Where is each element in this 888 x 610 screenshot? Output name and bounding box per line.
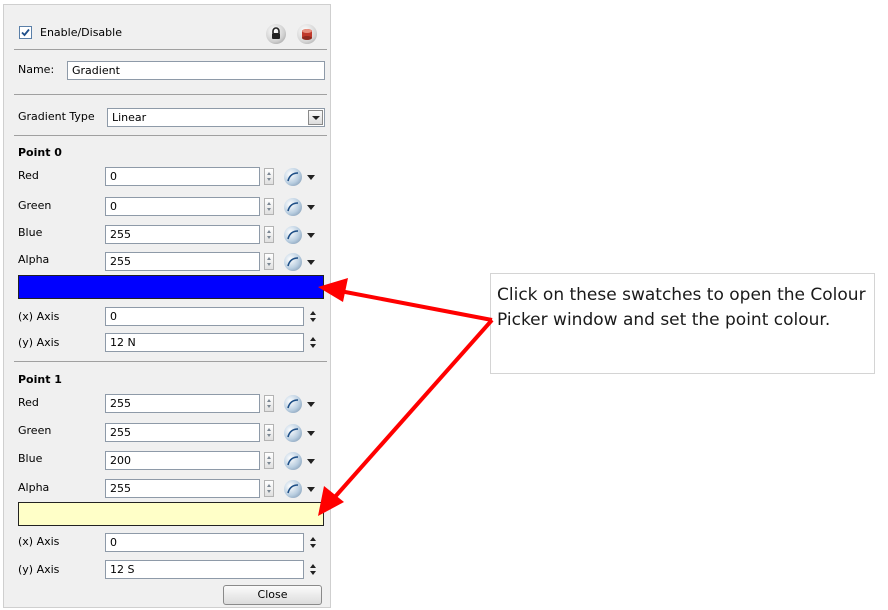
point1-y-axis-field[interactable]: 12 S — [105, 560, 304, 579]
point0-y-axis-field[interactable]: 12 N — [105, 333, 304, 352]
point0-alpha-dropdown-icon[interactable] — [307, 260, 315, 265]
enable-label: Enable/Disable — [40, 26, 122, 39]
point1-blue-label: Blue — [18, 452, 43, 465]
name-divider — [14, 94, 327, 95]
point0-alpha-label: Alpha — [18, 253, 50, 266]
point0-y-axis-label: (y) Axis — [18, 336, 60, 349]
point0-green-function-icon[interactable] — [284, 198, 302, 216]
point1-red-dropdown-icon[interactable] — [307, 402, 315, 407]
point0-red-dropdown-icon[interactable] — [307, 175, 315, 180]
point1-blue-dropdown-icon[interactable] — [307, 459, 315, 464]
point1-alpha-spinner[interactable] — [264, 480, 274, 497]
point0-green-spinner[interactable] — [264, 198, 274, 215]
point0-divider — [14, 361, 327, 362]
point0-alpha-function-icon[interactable] — [284, 253, 302, 271]
point1-blue-spinner[interactable] — [264, 452, 274, 469]
point0-title: Point 0 — [18, 146, 62, 159]
point0-blue-label: Blue — [18, 226, 43, 239]
point1-alpha-label: Alpha — [18, 481, 50, 494]
point0-blue-dropdown-icon[interactable] — [307, 233, 315, 238]
point1-green-spinner[interactable] — [264, 424, 274, 441]
point0-x-axis-spin-icon[interactable] — [310, 311, 316, 322]
point1-red-spinner[interactable] — [264, 395, 274, 412]
header-divider — [14, 49, 327, 50]
enable-checkbox[interactable] — [19, 26, 32, 39]
gradient-type-select[interactable]: Linear — [107, 108, 325, 127]
point1-alpha-function-icon[interactable] — [284, 480, 302, 498]
point0-x-axis-field[interactable]: 0 — [105, 307, 304, 326]
point0-red-field[interactable]: 0 — [105, 167, 260, 186]
point1-green-field[interactable]: 255 — [105, 423, 260, 442]
lock-icon[interactable] — [266, 24, 286, 44]
point1-x-axis-label: (x) Axis — [18, 535, 60, 548]
point1-red-label: Red — [18, 396, 39, 409]
point0-red-label: Red — [18, 169, 39, 182]
point0-green-label: Green — [18, 199, 52, 212]
point1-green-dropdown-icon[interactable] — [307, 431, 315, 436]
database-icon[interactable] — [297, 24, 317, 44]
gradient-type-divider — [14, 135, 327, 136]
point1-green-function-icon[interactable] — [284, 424, 302, 442]
point0-colour-swatch[interactable] — [18, 275, 324, 299]
point0-green-field[interactable]: 0 — [105, 197, 260, 216]
point1-red-field[interactable]: 255 — [105, 394, 260, 413]
point0-y-axis-spin-icon[interactable] — [310, 337, 316, 348]
point0-red-function-icon[interactable] — [284, 168, 302, 186]
gradient-type-value: Linear — [112, 111, 147, 124]
name-label: Name: — [18, 63, 55, 76]
annotation-callout: Click on these swatches to open the Colo… — [490, 273, 875, 374]
point1-colour-swatch[interactable] — [18, 502, 324, 526]
point1-title: Point 1 — [18, 373, 62, 386]
arrow-to-point1-swatch — [318, 318, 494, 516]
point0-blue-function-icon[interactable] — [284, 226, 302, 244]
callout-text: Click on these swatches to open the Colo… — [497, 285, 866, 330]
point1-blue-field[interactable]: 200 — [105, 451, 260, 470]
chevron-down-icon[interactable] — [308, 110, 323, 125]
point1-x-axis-field[interactable]: 0 — [105, 533, 304, 552]
point0-x-axis-label: (x) Axis — [18, 310, 60, 323]
point1-blue-function-icon[interactable] — [284, 452, 302, 470]
name-field[interactable]: Gradient — [67, 61, 325, 80]
point0-alpha-spinner[interactable] — [264, 253, 274, 270]
point0-green-dropdown-icon[interactable] — [307, 205, 315, 210]
close-button[interactable]: Close — [223, 585, 322, 605]
point1-x-axis-spin-icon[interactable] — [310, 537, 316, 548]
point0-red-spinner[interactable] — [264, 168, 274, 185]
point1-alpha-dropdown-icon[interactable] — [307, 487, 315, 492]
point1-y-axis-label: (y) Axis — [18, 563, 60, 576]
gradient-type-label: Gradient Type — [18, 110, 95, 123]
point1-red-function-icon[interactable] — [284, 395, 302, 413]
point0-blue-field[interactable]: 255 — [105, 225, 260, 244]
point1-alpha-field[interactable]: 255 — [105, 479, 260, 498]
arrow-to-point0-swatch — [318, 278, 493, 322]
point0-alpha-field[interactable]: 255 — [105, 252, 260, 271]
gradient-properties-panel: Enable/Disable Name: Gradient Gradient T… — [3, 4, 331, 608]
point1-y-axis-spin-icon[interactable] — [310, 564, 316, 575]
point1-green-label: Green — [18, 424, 52, 437]
point0-blue-spinner[interactable] — [264, 226, 274, 243]
